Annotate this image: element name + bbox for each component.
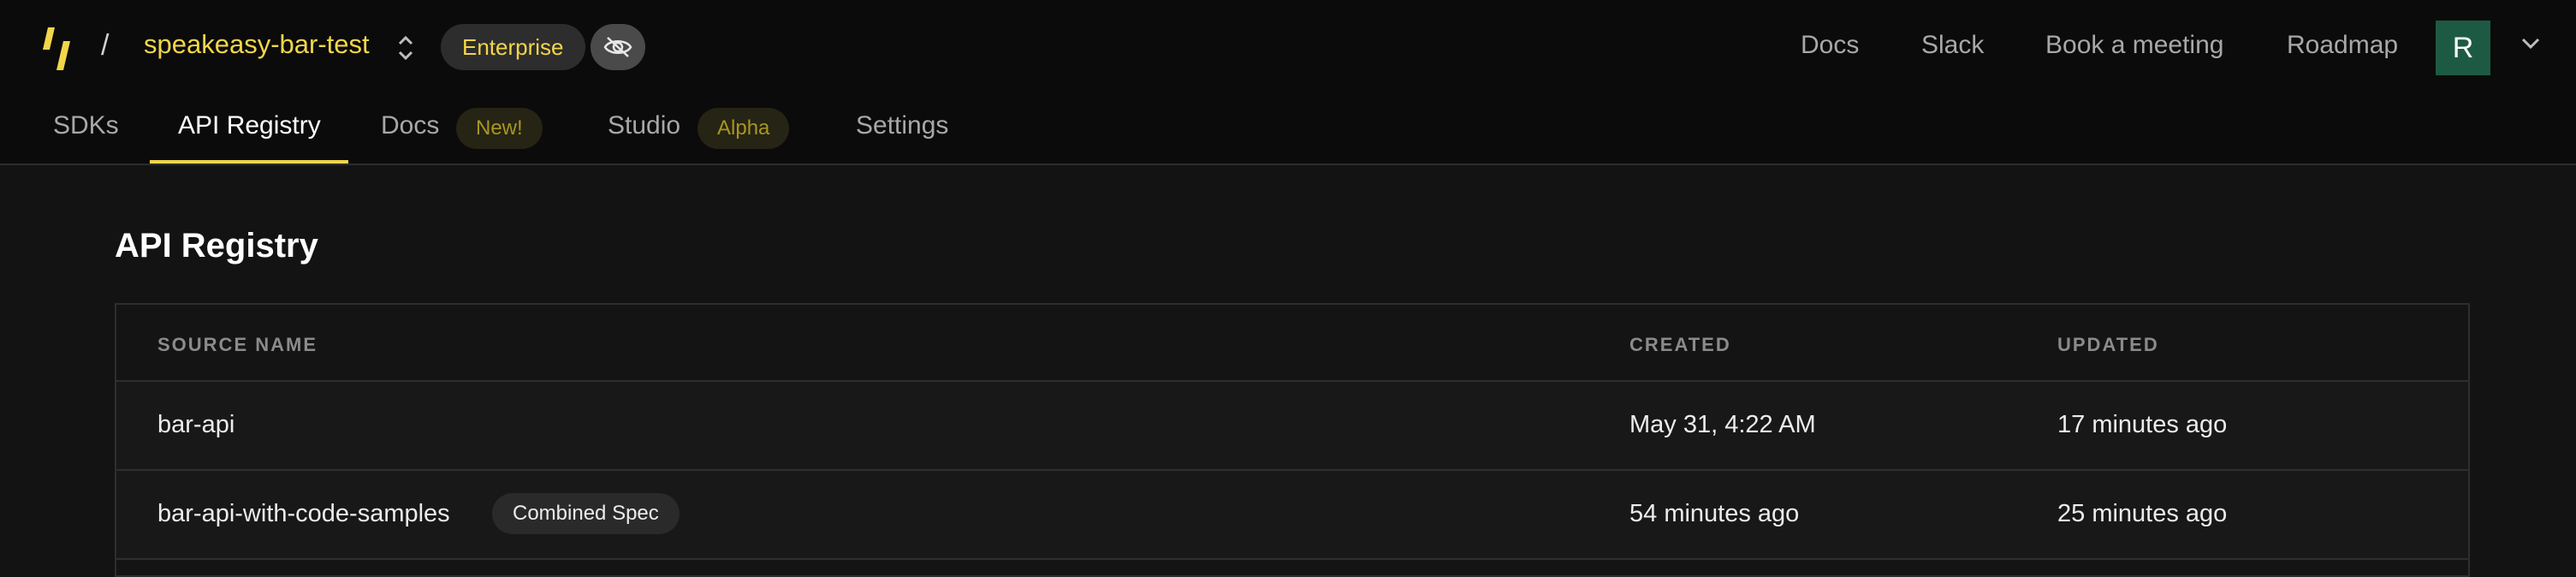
- slack-link[interactable]: Slack: [1921, 31, 1984, 60]
- chevron-down-icon[interactable]: [2521, 38, 2540, 50]
- tab-docs-badge: New!: [456, 108, 543, 149]
- tab-settings[interactable]: Settings: [856, 111, 948, 140]
- avatar[interactable]: R: [2436, 21, 2490, 75]
- tab-studio[interactable]: Studio: [608, 111, 680, 140]
- plan-badge: Enterprise: [441, 24, 585, 70]
- api-registry-table: SOURCE NAME CREATED UPDATED bar-api May …: [115, 303, 2470, 577]
- table-row[interactable]: bar-api-with-code-samples Combined Spec …: [116, 471, 2468, 560]
- eye-off-icon: [603, 37, 632, 57]
- speakeasy-logo-icon[interactable]: [43, 26, 77, 72]
- active-tab-indicator: [150, 160, 348, 164]
- column-header-updated[interactable]: UPDATED: [2057, 334, 2159, 356]
- docs-link[interactable]: Docs: [1801, 31, 1859, 60]
- breadcrumb-separator: /: [101, 29, 110, 62]
- tab-sdks[interactable]: SDKs: [53, 111, 119, 140]
- tab-docs[interactable]: Docs: [381, 111, 439, 140]
- chevron-up-down-icon[interactable]: [394, 31, 418, 65]
- column-header-created[interactable]: CREATED: [1629, 334, 1731, 356]
- updated-value: 25 minutes ago: [2057, 500, 2228, 527]
- created-value: 54 minutes ago: [1629, 500, 1800, 527]
- source-name[interactable]: bar-api-with-code-samples: [157, 500, 450, 528]
- top-bar: / speakeasy-bar-test Enterprise Docs Sla…: [0, 0, 2576, 165]
- source-name[interactable]: bar-api: [157, 411, 234, 439]
- page-title: API Registry: [115, 227, 318, 265]
- updated-value: 17 minutes ago: [2057, 411, 2228, 438]
- tab-studio-badge: Alpha: [697, 108, 790, 149]
- table-header: SOURCE NAME CREATED UPDATED: [116, 305, 2468, 382]
- table-row[interactable]: bar-api May 31, 4:22 AM 17 minutes ago: [116, 382, 2468, 471]
- combined-spec-badge: Combined Spec: [492, 493, 680, 534]
- tab-api-registry[interactable]: API Registry: [178, 111, 321, 140]
- created-value: May 31, 4:22 AM: [1629, 411, 1816, 438]
- book-meeting-link[interactable]: Book a meeting: [2045, 31, 2223, 60]
- visibility-toggle-button[interactable]: [591, 24, 645, 70]
- column-header-source-name[interactable]: SOURCE NAME: [157, 334, 318, 356]
- project-name[interactable]: speakeasy-bar-test: [144, 29, 370, 60]
- roadmap-link[interactable]: Roadmap: [2287, 31, 2398, 60]
